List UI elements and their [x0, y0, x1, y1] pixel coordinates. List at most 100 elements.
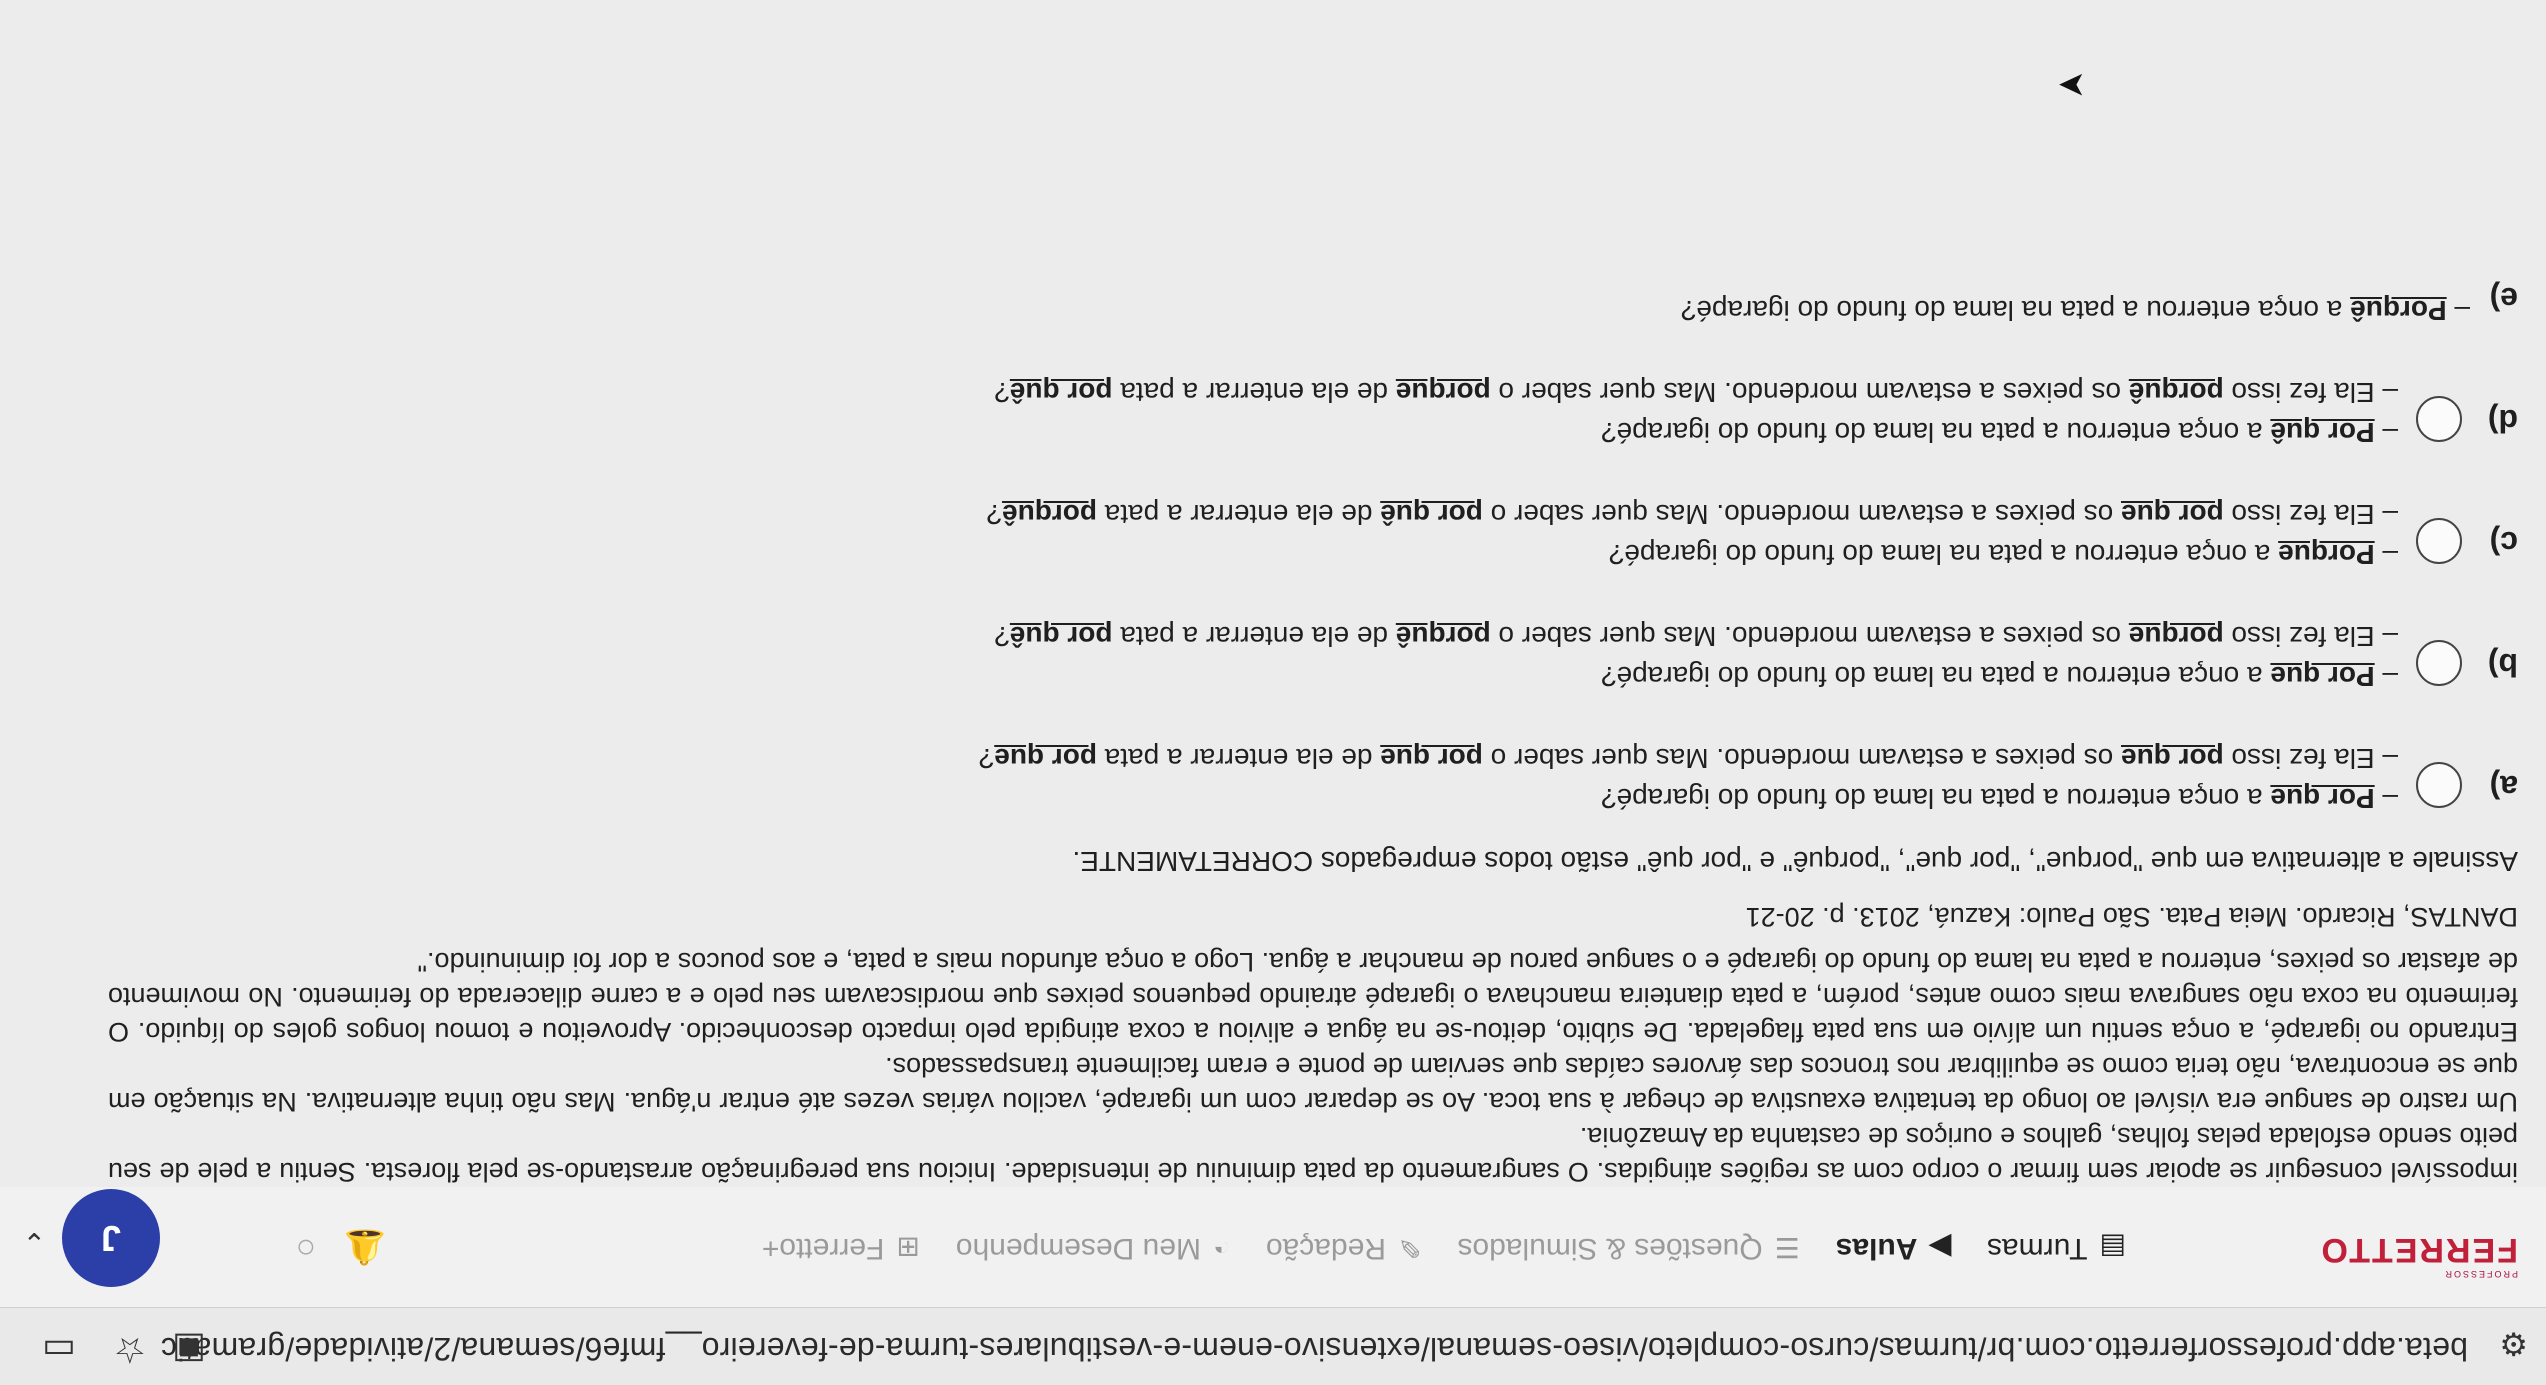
- option-text: – Por que a onça enterrou a pata na lama…: [994, 616, 2398, 696]
- bell-icon[interactable]: 🔔: [344, 1227, 386, 1267]
- option-line: – Ela fez isso porque os peixes a estava…: [994, 616, 2398, 656]
- keyword: porquê: [2128, 377, 2224, 408]
- option-fragment: –: [2374, 661, 2398, 692]
- option-line: – Por quê a onça enterrou a pata na lama…: [994, 412, 2398, 452]
- nav-questoes[interactable]: ☰ Questões & Simulados: [1457, 1231, 1799, 1265]
- option-fragment: – Ela fez isso: [2223, 499, 2398, 530]
- chart-icon: ◔: [1212, 1233, 1230, 1264]
- tune-icon[interactable]: ⚙: [2499, 1325, 2528, 1363]
- keyword: por quê: [1009, 377, 1113, 408]
- logo-text: FERRETTO: [2319, 1231, 2518, 1269]
- answer-option[interactable]: a) – Por que a onça enterrou a pata na la…: [108, 738, 2518, 818]
- option-fragment: de ela enterrar a pata: [1112, 377, 1396, 408]
- option-fragment: os peixes a estavam mordendo. Mas quer s…: [1482, 499, 2122, 530]
- option-fragment: a onça enterrou a pata na lama do fundo …: [1601, 783, 2271, 814]
- keyword: Por que: [2270, 783, 2375, 814]
- keyword: Por quê: [2270, 417, 2375, 448]
- option-fragment: a onça enterrou a pata na lama do fundo …: [1601, 417, 2271, 448]
- app-header: PROFESSOR FERRETTO ▤ Turmas ▶ Aulas ☰ Qu…: [0, 1187, 2546, 1307]
- keyword: Porque: [2278, 539, 2375, 570]
- nav-desempenho[interactable]: ◔ Meu Desempenho: [956, 1231, 1230, 1265]
- option-line: – Porque a onça enterrou a pata na lama …: [986, 534, 2398, 574]
- text-paragraph: Entrando no igarapé, a onça sentiu um al…: [108, 947, 2518, 1047]
- avatar[interactable]: J: [62, 1189, 160, 1287]
- option-radio[interactable]: [2416, 640, 2462, 686]
- option-fragment: – Ela fez isso: [2223, 377, 2398, 408]
- option-fragment: ?: [994, 621, 1010, 652]
- option-line: – Ela fez isso por que os peixes a estav…: [986, 494, 2398, 534]
- option-fragment: a onça enterrou a pata na lama do fundo …: [1680, 295, 2351, 326]
- nav-redacao[interactable]: ✎ Redação: [1266, 1231, 1422, 1265]
- keyword: porquê: [1002, 499, 1097, 530]
- pen-icon: ✎: [1397, 1232, 1422, 1264]
- keyword: por quê: [1380, 499, 1483, 530]
- option-text: – Porquê a onça enterrou a pata na lama …: [1681, 290, 2470, 330]
- aulas-icon: ▶: [1929, 1232, 1951, 1264]
- option-fragment: –: [2374, 783, 2398, 814]
- mouse-cursor-icon: ➤: [2057, 66, 2087, 104]
- question-instruction: Assinale a alternativa em que "porque", …: [1072, 846, 2518, 877]
- star-icon[interactable]: ☆: [114, 1329, 146, 1371]
- option-fragment: ?: [978, 743, 995, 774]
- chat-icon[interactable]: ○: [295, 1228, 316, 1267]
- main-nav: ▤ Turmas ▶ Aulas ☰ Questões & Simulados …: [762, 1231, 2126, 1265]
- browser-address-bar: ⚙ beta.app.professorferretto.com.br/turm…: [0, 1307, 2546, 1385]
- option-fragment: a onça enterrou a pata na lama do fundo …: [1601, 661, 2271, 692]
- nav-label: Questões & Simulados: [1457, 1232, 1763, 1265]
- chevron-down-icon[interactable]: ⌄: [23, 1226, 46, 1259]
- answer-option[interactable]: d) – Por quê a onça enterrou a pata na la…: [108, 372, 2518, 452]
- option-fragment: de ela enterrar a pata: [1096, 499, 1381, 530]
- extensions-icon[interactable]: ▣: [172, 1329, 206, 1371]
- option-line: – Ela fez isso por que os peixes a estav…: [979, 738, 2398, 778]
- option-line: – Por que a onça enterrou a pata na lama…: [994, 656, 2398, 696]
- option-line: – Por que a onça enterrou a pata na lama…: [979, 778, 2398, 818]
- keyword: por que: [994, 743, 1097, 774]
- nav-turmas[interactable]: ▤ Turmas: [1987, 1231, 2126, 1265]
- source-citation: DANTAS, Ricardo. Meia Pata. São Paulo: K…: [1745, 902, 2518, 932]
- answer-options: a) – Por que a onça enterrou a pata na la…: [108, 281, 2518, 818]
- logo[interactable]: PROFESSOR FERRETTO: [2319, 1230, 2518, 1279]
- option-letter: b): [2487, 647, 2518, 683]
- option-fragment: –: [2446, 295, 2470, 326]
- option-fragment: os peixes a estavam mordendo. Mas quer s…: [1490, 377, 2129, 408]
- keyword: por que: [2121, 743, 2224, 774]
- answer-option[interactable]: e) – Porquê a onça enterrou a pata na lam…: [108, 281, 2518, 330]
- option-letter: a): [2489, 769, 2518, 805]
- option-fragment: de ela enterrar a pata: [1096, 743, 1381, 774]
- option-line: – Ela fez isso porquê os peixes a estava…: [994, 372, 2398, 412]
- answer-option[interactable]: b) – Por que a onça enterrou a pata na la…: [108, 616, 2518, 696]
- nav-label: Ferretto+: [761, 1232, 885, 1265]
- screen-rotated: ⚙ beta.app.professorferretto.com.br/turm…: [0, 0, 2546, 1385]
- option-text: – Porque a onça enterrou a pata na lama …: [986, 494, 2398, 574]
- option-text: – Por quê a onça enterrou a pata na lama…: [994, 372, 2398, 452]
- option-radio[interactable]: [2416, 518, 2462, 564]
- tab-icon[interactable]: ▭: [42, 1329, 76, 1371]
- turmas-icon: ▤: [2099, 1232, 2126, 1264]
- url-text[interactable]: beta.app.professorferretto.com.br/turmas…: [161, 1330, 2468, 1367]
- keyword: por que: [1380, 743, 1483, 774]
- option-fragment: – Ela fez isso: [2223, 743, 2398, 774]
- question-content: impossível conseguir se apoiar sem firma…: [108, 239, 2518, 1189]
- option-radio[interactable]: [2416, 396, 2462, 442]
- option-fragment: –: [2374, 539, 2398, 570]
- option-line: – Porquê a onça enterrou a pata na lama …: [1681, 290, 2470, 330]
- nav-label: Redação: [1265, 1232, 1386, 1265]
- option-letter: d): [2487, 403, 2518, 439]
- answer-option[interactable]: c) – Porque a onça enterrou a pata na lam…: [108, 494, 2518, 574]
- option-fragment: –: [2374, 417, 2398, 448]
- option-fragment: a onça enterrou a pata na lama do fundo …: [1608, 539, 2279, 570]
- keyword: por que: [2121, 499, 2224, 530]
- nav-ferretto-plus[interactable]: ⊞ Ferretto+: [762, 1231, 920, 1265]
- keyword: porque: [2128, 621, 2224, 652]
- option-radio[interactable]: [2416, 762, 2462, 808]
- keyword: por quê: [1009, 621, 1113, 652]
- option-fragment: ?: [986, 499, 1003, 530]
- nav-aulas[interactable]: ▶ Aulas: [1836, 1231, 1951, 1265]
- nav-label: Meu Desempenho: [955, 1232, 1201, 1265]
- keyword: Por que: [2270, 661, 2375, 692]
- list-icon: ☰: [1774, 1232, 1800, 1264]
- option-fragment: de ela enterrar a pata: [1112, 621, 1396, 652]
- option-letter: e): [2489, 281, 2518, 317]
- option-text: – Por que a onça enterrou a pata na lama…: [979, 738, 2398, 818]
- text-paragraph: Um rastro de sangue era visível ao longo…: [108, 1052, 2518, 1117]
